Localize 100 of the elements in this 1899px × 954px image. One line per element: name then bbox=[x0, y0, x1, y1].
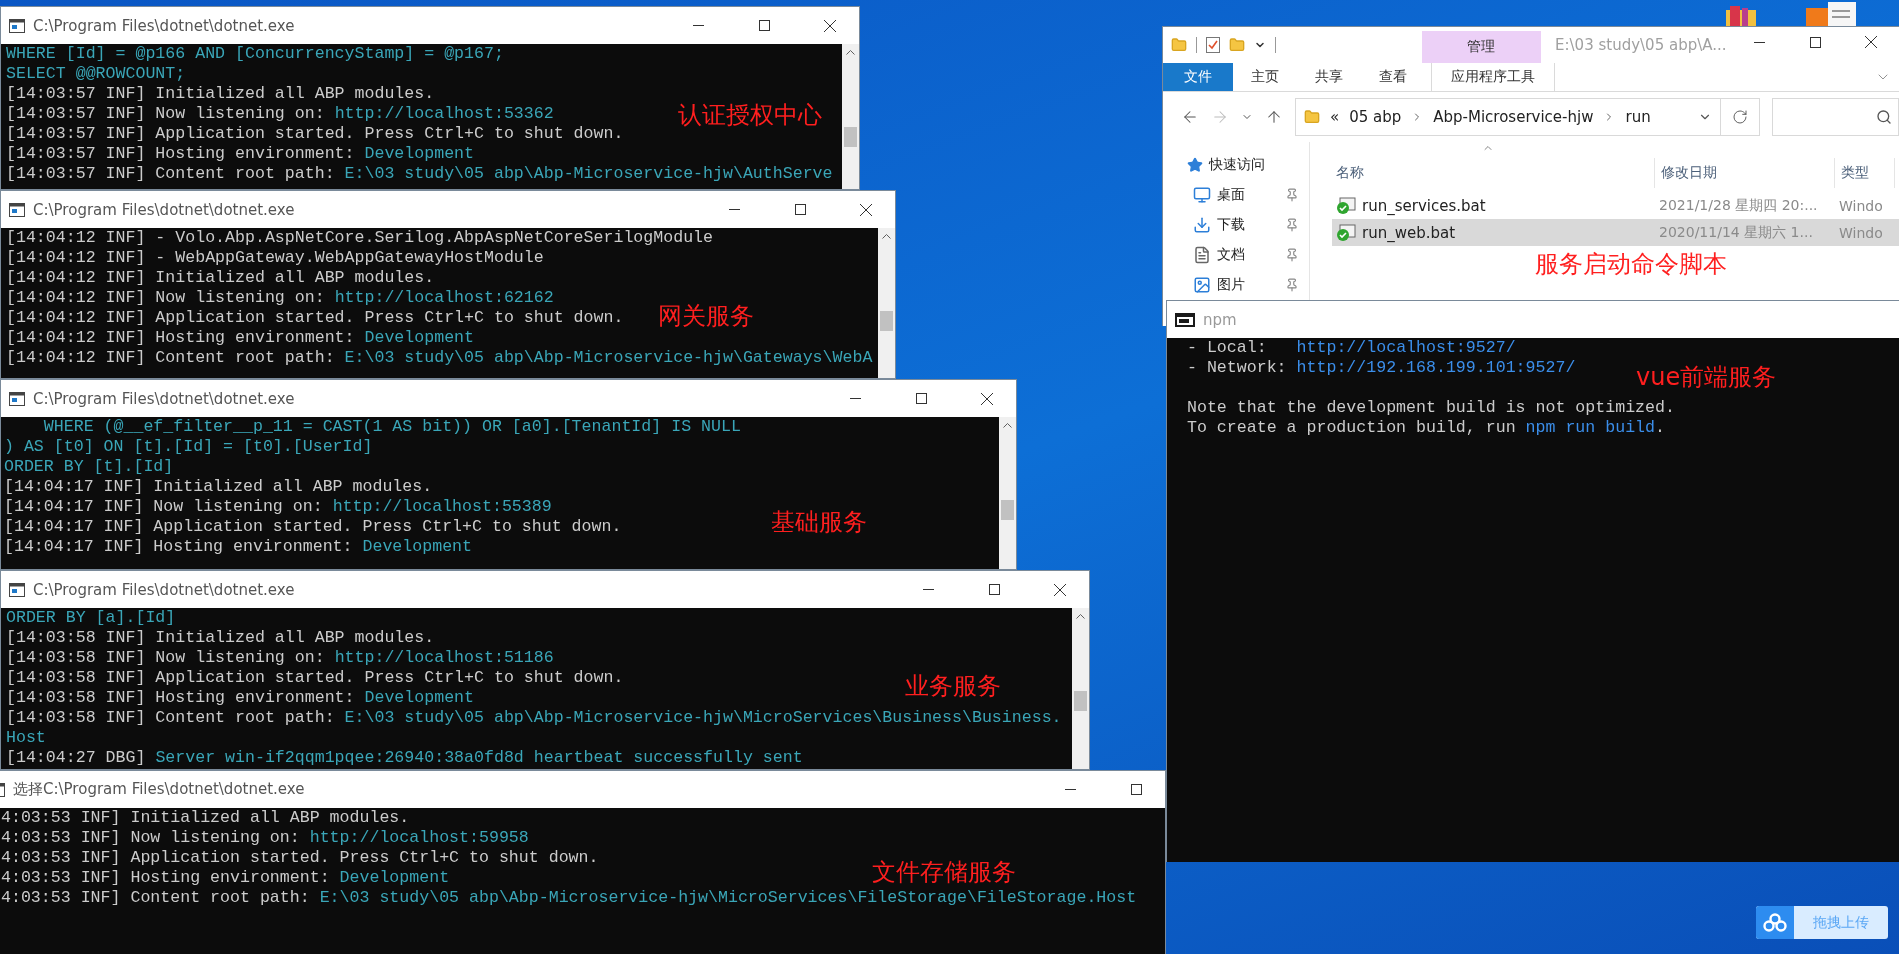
file-date: 2020/11/14 星期六 1... bbox=[1659, 223, 1814, 242]
scrollbar[interactable] bbox=[999, 417, 1016, 569]
console-line: [14:04:12 INF] - WebAppGateway.WebAppGatewayHostModule bbox=[6, 248, 544, 268]
console-icon bbox=[9, 391, 25, 406]
annotation-label: 认证授权中心 bbox=[678, 101, 822, 129]
scroll-thumb[interactable] bbox=[1074, 691, 1087, 711]
console-line: - Network: http://192.168.199.101:9527/ bbox=[1187, 358, 1576, 378]
window-title: C:\Program Files\dotnet\dotnet.exe bbox=[33, 200, 296, 219]
breadcrumb-item[interactable]: Abp-Microservice-hjw bbox=[1433, 108, 1594, 126]
console-icon bbox=[1175, 312, 1195, 327]
console-icon bbox=[9, 582, 25, 597]
file-name: run_web.bat bbox=[1362, 223, 1456, 242]
nav-label: 下载 bbox=[1217, 216, 1246, 234]
console-line: WHERE [Id] = @p166 AND [ConcurrencyStamp] = @p167; bbox=[6, 44, 504, 64]
console-line: To create a production build, run npm run build. bbox=[1187, 418, 1665, 438]
nav-label: 桌面 bbox=[1217, 186, 1246, 204]
maximize-icon bbox=[988, 584, 1000, 595]
console-line: [14:03:58 INF] Initialized all ABP modules. bbox=[6, 628, 435, 648]
minimize-icon bbox=[1064, 789, 1076, 790]
scrollbar[interactable] bbox=[842, 44, 859, 189]
window-title: npm bbox=[1203, 310, 1238, 329]
column-header[interactable]: 修改日期 bbox=[1655, 158, 1835, 188]
annotation-label: 服务启动命令脚本 bbox=[1535, 250, 1727, 278]
minimize-icon bbox=[728, 209, 740, 210]
folder-icon bbox=[1171, 37, 1187, 53]
scroll-thumb[interactable] bbox=[1001, 500, 1014, 520]
window-title: C:\Program Files\dotnet\dotnet.exe bbox=[33, 16, 296, 35]
nav-item[interactable]: 快速访问 bbox=[1163, 150, 1309, 180]
refresh-button[interactable] bbox=[1721, 98, 1761, 136]
console-line: 4:03:53 INF] Application started. Press Ctrl+C to shut down. bbox=[1, 848, 599, 868]
folder-icon bbox=[1304, 109, 1320, 125]
minimize-icon bbox=[922, 589, 934, 590]
nav-item[interactable]: 文档 bbox=[1163, 240, 1309, 270]
breadcrumb-item[interactable]: 05 abp bbox=[1349, 108, 1402, 126]
console-line: ORDER BY [a].[Id] bbox=[6, 608, 176, 628]
console-line: - Local: http://localhost:9527/ bbox=[1187, 338, 1516, 358]
file-date: 2021/1/28 星期四 20:... bbox=[1659, 196, 1819, 215]
maximize-icon bbox=[794, 204, 806, 215]
forward-icon bbox=[1211, 108, 1229, 126]
console-line: [14:03:57 INF] Hosting environment: Development bbox=[6, 144, 475, 164]
scrollbar[interactable] bbox=[878, 228, 895, 378]
console-line: [14:03:58 INF] Hosting environment: Development bbox=[6, 688, 475, 708]
download-icon bbox=[1193, 216, 1211, 234]
console-line: Host bbox=[6, 728, 46, 748]
nav-item[interactable]: 图片 bbox=[1163, 270, 1309, 300]
console-line: [14:04:12 INF] Initialized all ABP modules. bbox=[6, 268, 435, 288]
folder-icon bbox=[1229, 37, 1245, 53]
minimize-icon bbox=[849, 398, 861, 399]
console-line: [14:04:12 INF] Hosting environment: Development bbox=[6, 328, 475, 348]
document-icon bbox=[1193, 246, 1211, 264]
console-line: [14:03:57 INF] Now listening on: http://localhost:53362 bbox=[6, 104, 554, 124]
back-icon bbox=[1181, 108, 1199, 126]
console-line: 4:03:53 INF] Initialized all ABP modules. bbox=[1, 808, 410, 828]
ribbon-tab[interactable]: 文件 bbox=[1163, 63, 1233, 91]
column-header[interactable]: 名称 bbox=[1310, 158, 1655, 188]
scroll-up-icon bbox=[1076, 614, 1085, 619]
file-row[interactable]: run_services.bat 2021/1/28 星期四 20:... Windo bbox=[1332, 192, 1899, 219]
nav-item[interactable]: 桌面 bbox=[1163, 180, 1309, 210]
scroll-thumb[interactable] bbox=[880, 311, 893, 331]
refresh-icon bbox=[1732, 109, 1749, 125]
close-icon bbox=[1865, 36, 1878, 48]
address-bar[interactable]: « 05 abp Abp-Microservice-hjw run bbox=[1295, 98, 1722, 136]
maximize-icon bbox=[1809, 36, 1821, 48]
file-type: Windo bbox=[1839, 224, 1884, 241]
console-line: [14:04:12 INF] Now listening on: http://localhost:62162 bbox=[6, 288, 554, 308]
star-icon bbox=[1187, 157, 1203, 173]
overflow-mark[interactable]: « bbox=[1330, 108, 1340, 126]
console-line: Note that the development build is not optimized. bbox=[1187, 398, 1675, 418]
scroll-up-icon bbox=[846, 50, 855, 55]
picture-icon bbox=[1193, 276, 1211, 294]
file-row[interactable]: run_web.bat 2020/11/14 星期六 1... Windo bbox=[1332, 219, 1899, 246]
window-title: C:\Program Files\dotnet\dotnet.exe bbox=[33, 580, 296, 599]
console-line: [14:03:57 INF] Initialized all ABP modules. bbox=[6, 84, 435, 104]
window-title: E:\03 study\05 abp\A... bbox=[1554, 35, 1728, 56]
scroll-thumb[interactable] bbox=[844, 127, 857, 147]
console-icon bbox=[9, 18, 25, 33]
maximize-icon bbox=[915, 393, 927, 404]
column-header[interactable]: 类型 bbox=[1835, 158, 1895, 188]
nav-label: 文档 bbox=[1217, 246, 1246, 264]
breadcrumb-item[interactable]: run bbox=[1625, 108, 1651, 126]
file-name: run_services.bat bbox=[1362, 196, 1486, 215]
maximize-icon bbox=[758, 20, 770, 31]
console-line: SELECT @@ROWCOUNT; bbox=[6, 64, 186, 84]
console-line: [14:04:17 INF] Hosting environment: Development bbox=[4, 537, 473, 557]
annotation-label: 业务服务 bbox=[905, 672, 1001, 700]
scrollbar[interactable] bbox=[1072, 608, 1089, 769]
console-line: [14:03:58 INF] Content root path: E:\03 study\05 abp\Abp-Microservice-hjw\MicroServices\Business\Business. bbox=[6, 708, 1062, 728]
console-icon bbox=[9, 202, 25, 217]
console-line: [14:04:12 INF] - Volo.Abp.AspNetCore.Serilog.AbpAspNetCoreSerilogModule bbox=[6, 228, 713, 248]
ribbon-tab[interactable]: 应用程序工具 bbox=[1431, 63, 1555, 91]
console-line: [14:04:12 INF] Content root path: E:\03 study\05 abp\Abp-Microservice-hjw\Gateways\WebA bbox=[6, 348, 873, 368]
annotation-label: 基础服务 bbox=[771, 508, 867, 536]
window-title: C:\Program Files\dotnet\dotnet.exe bbox=[33, 389, 296, 408]
file-type: Windo bbox=[1839, 197, 1884, 214]
console-line: [14:04:17 INF] Initialized all ABP modules. bbox=[4, 477, 433, 497]
console-line: [14:03:57 INF] Application started. Press Ctrl+C to shut down. bbox=[6, 124, 624, 144]
console-line: ORDER BY [t].[Id] bbox=[4, 457, 174, 477]
nav-item[interactable]: 下载 bbox=[1163, 210, 1309, 240]
nav-label: 图片 bbox=[1217, 276, 1246, 294]
search-field[interactable] bbox=[1772, 98, 1899, 136]
